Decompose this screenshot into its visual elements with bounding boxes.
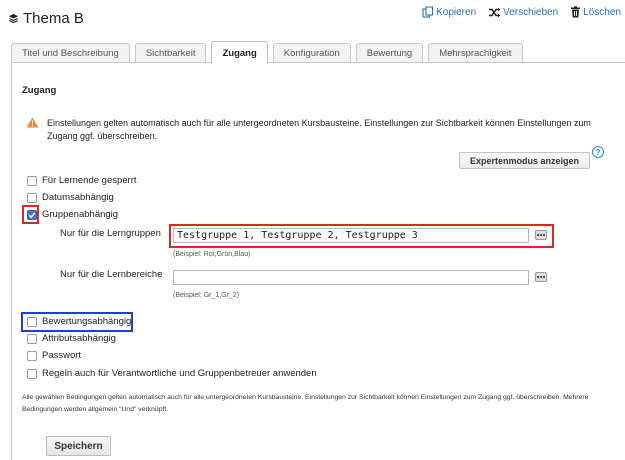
expert-mode-button[interactable]: Expertenmodus anzeigen <box>459 152 590 169</box>
tab-configuration[interactable]: Konfiguration <box>272 43 351 63</box>
groups-picker-button[interactable] <box>535 230 547 240</box>
tab-title-description[interactable]: Titel und Beschreibung <box>11 43 130 63</box>
course-title-text: Thema B <box>23 10 84 27</box>
checkbox[interactable] <box>27 368 37 379</box>
condition-label: Attributsabhängig <box>42 333 116 344</box>
checkbox[interactable] <box>27 333 37 344</box>
condition-label: Bewertungsabhängig <box>42 316 132 327</box>
warning-icon <box>26 117 39 131</box>
groups-hint: (Beispiel: Rot,Grün,Blau) <box>173 251 251 258</box>
groups-label: Nur für die Lerngruppen <box>60 228 161 239</box>
copy-label: Kopieren <box>436 6 477 18</box>
condition-assessment-dependent[interactable]: Bewertungsabhängig <box>27 316 131 327</box>
copy-button[interactable]: Kopieren <box>422 6 476 18</box>
tab-visibility[interactable]: Sichtbarkeit <box>134 43 207 63</box>
delete-button[interactable]: Löschen <box>570 6 621 18</box>
areas-hint: (Beispiel: Gr_1,Gr_2) <box>173 292 240 299</box>
course-title: Thema B <box>8 10 84 27</box>
condition-password[interactable]: Passwort <box>27 350 81 361</box>
condition-label: Gruppenabhängig <box>42 209 119 220</box>
tab-assessment[interactable]: Bewertung <box>355 43 424 63</box>
tab-multilingual[interactable]: Mehrsprachigkeit <box>428 43 523 63</box>
section-title: Zugang <box>22 85 57 96</box>
footer-note: Alle gewählen Bedingungen gelten automat… <box>22 394 589 413</box>
areas-picker-button[interactable] <box>535 272 547 282</box>
areas-label: Nur für die Lernbereiche <box>60 269 163 280</box>
groups-input[interactable]: Testgruppe 1, Testgruppe 2, Testgruppe 3 <box>173 228 529 243</box>
condition-locked-for-learners[interactable]: Für Lernende gesperrt <box>27 175 137 186</box>
checkbox[interactable] <box>27 316 37 327</box>
condition-apply-to-coaches[interactable]: Regeln auch für Verantwortliche und Grup… <box>27 368 317 379</box>
delete-label: Löschen <box>583 6 621 18</box>
check-icon <box>28 211 36 218</box>
copy-icon <box>422 6 434 18</box>
warning-text: Einstellungen gelten automatisch auch fü… <box>47 118 591 141</box>
trash-icon <box>570 6 581 18</box>
action-bar: Kopieren Verschieben Löschen <box>422 6 621 18</box>
condition-label: Passwort <box>42 350 82 361</box>
condition-date-dependent[interactable]: Datumsabhängig <box>27 192 114 203</box>
save-button[interactable]: Speichern <box>46 436 111 456</box>
shuffle-icon <box>488 7 501 18</box>
help-icon[interactable]: ? <box>592 146 604 158</box>
checkbox[interactable] <box>27 192 37 203</box>
stack-icon <box>8 13 19 24</box>
condition-label: Für Lernende gesperrt <box>42 175 137 186</box>
move-button[interactable]: Verschieben <box>488 6 558 18</box>
areas-input[interactable] <box>173 270 529 285</box>
checkbox[interactable] <box>27 175 37 186</box>
header: Thema B Kopieren Verschieben Löschen <box>0 0 625 38</box>
move-label: Verschieben <box>503 6 559 18</box>
condition-group-dependent[interactable]: Gruppenabhängig <box>27 209 118 220</box>
condition-label: Regeln auch für Verantwortliche und Grup… <box>42 368 317 379</box>
tab-access[interactable]: Zugang <box>211 41 268 64</box>
tab-bar: Titel und Beschreibung Sichtbarkeit Zuga… <box>11 40 528 64</box>
condition-attribute-dependent[interactable]: Attributsabhängig <box>27 333 116 344</box>
condition-label: Datumsabhängig <box>42 192 114 203</box>
checkbox-checked[interactable] <box>27 209 37 220</box>
checkbox[interactable] <box>27 350 37 361</box>
